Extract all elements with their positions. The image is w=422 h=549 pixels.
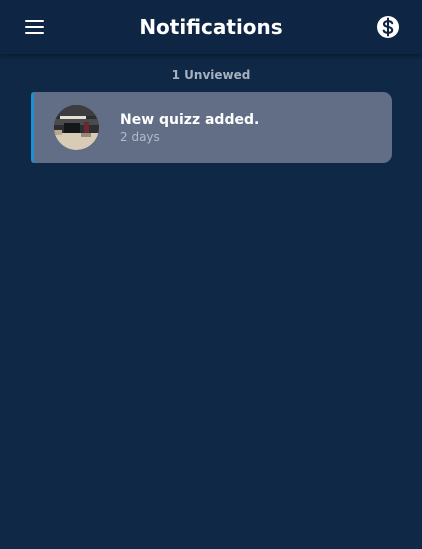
coins-button[interactable] bbox=[376, 15, 400, 39]
notification-time: 2 days bbox=[120, 130, 160, 144]
notification-avatar bbox=[54, 105, 99, 150]
app-header: Notifications bbox=[0, 0, 422, 54]
camera-gear-photo bbox=[54, 105, 99, 150]
notification-text: New quizz added. 2 days bbox=[120, 111, 259, 145]
dollar-coin-icon bbox=[377, 16, 399, 38]
notification-title: New quizz added. bbox=[120, 112, 260, 128]
page-title: Notifications bbox=[139, 15, 283, 39]
unviewed-count: 1 Unviewed bbox=[171, 68, 251, 82]
notification-item[interactable]: New quizz added. 2 days bbox=[31, 92, 392, 163]
notifications-screen: Notifications 1 Unviewed New quizz added… bbox=[0, 0, 422, 549]
